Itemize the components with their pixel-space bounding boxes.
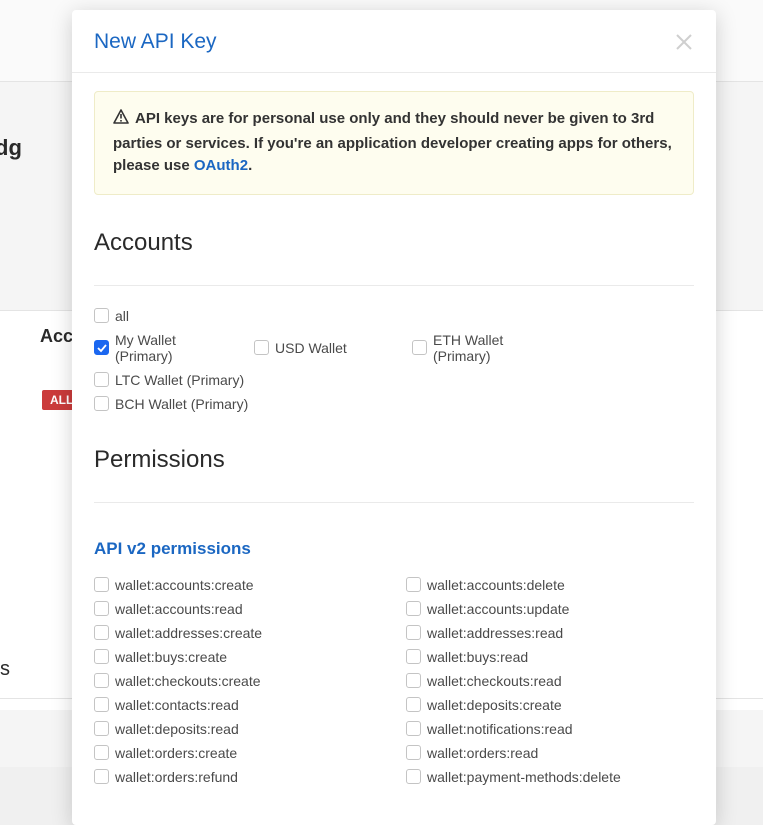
- close-icon: [674, 32, 694, 52]
- checkbox[interactable]: [406, 697, 421, 712]
- checkbox[interactable]: [94, 577, 109, 592]
- modal-title: New API Key: [94, 30, 217, 54]
- checkbox[interactable]: [406, 745, 421, 760]
- permission-item[interactable]: wallet:orders:read: [406, 745, 694, 761]
- checkbox[interactable]: [94, 340, 109, 355]
- permission-item[interactable]: wallet:payment-methods:delete: [406, 769, 694, 785]
- permission-label: wallet:deposits:read: [115, 721, 239, 737]
- permission-item[interactable]: wallet:addresses:read: [406, 625, 694, 641]
- modal-header: New API Key: [72, 10, 716, 73]
- permission-label: wallet:contacts:read: [115, 697, 239, 713]
- permission-item[interactable]: wallet:checkouts:create: [94, 673, 382, 689]
- permission-label: wallet:deposits:create: [427, 697, 562, 713]
- permission-item[interactable]: wallet:accounts:read: [94, 601, 382, 617]
- permission-item[interactable]: wallet:accounts:update: [406, 601, 694, 617]
- permission-label: wallet:checkouts:create: [115, 673, 261, 689]
- account-eth-wallet[interactable]: ETH Wallet (Primary): [412, 332, 562, 364]
- api-v2-heading: API v2 permissions: [94, 539, 694, 559]
- checkbox[interactable]: [94, 308, 109, 323]
- checkbox[interactable]: [94, 769, 109, 784]
- permission-item[interactable]: wallet:deposits:read: [94, 721, 382, 737]
- permission-item[interactable]: wallet:deposits:create: [406, 697, 694, 713]
- warning-suffix: .: [248, 157, 252, 174]
- checkbox[interactable]: [406, 721, 421, 736]
- account-my-wallet[interactable]: My Wallet (Primary): [94, 332, 236, 364]
- permission-label: wallet:checkouts:read: [427, 673, 562, 689]
- checkbox[interactable]: [94, 673, 109, 688]
- permission-label: wallet:payment-methods:delete: [427, 769, 621, 785]
- permission-label: wallet:orders:refund: [115, 769, 238, 785]
- permission-item[interactable]: wallet:notifications:read: [406, 721, 694, 737]
- account-label: ETH Wallet (Primary): [433, 332, 562, 364]
- permission-label: wallet:accounts:read: [115, 601, 243, 617]
- permission-label: wallet:orders:create: [115, 745, 237, 761]
- oauth2-link[interactable]: OAuth2: [194, 157, 248, 174]
- checkbox[interactable]: [406, 577, 421, 592]
- checkbox[interactable]: [254, 340, 269, 355]
- permission-label: wallet:accounts:update: [427, 601, 569, 617]
- checkbox[interactable]: [94, 649, 109, 664]
- accounts-list: all My Wallet (Primary) USD Wallet ETH W…: [94, 308, 694, 412]
- account-usd-wallet[interactable]: USD Wallet: [254, 332, 394, 364]
- permission-label: wallet:notifications:read: [427, 721, 573, 737]
- permission-item[interactable]: wallet:contacts:read: [94, 697, 382, 713]
- checkbox[interactable]: [94, 396, 109, 411]
- divider: [94, 285, 694, 286]
- permission-item[interactable]: wallet:orders:refund: [94, 769, 382, 785]
- account-label: USD Wallet: [275, 340, 347, 356]
- permission-label: wallet:orders:read: [427, 745, 538, 761]
- permissions-grid: wallet:accounts:create wallet:accounts:de…: [94, 577, 694, 785]
- permission-label: wallet:buys:read: [427, 649, 528, 665]
- checkbox[interactable]: [94, 625, 109, 640]
- bg-partial-label: Acc: [40, 326, 73, 347]
- warning-icon: [113, 109, 129, 133]
- warning-banner: API keys are for personal use only and t…: [94, 91, 694, 195]
- permission-label: wallet:addresses:create: [115, 625, 262, 641]
- checkbox[interactable]: [406, 625, 421, 640]
- modal-body: API keys are for personal use only and t…: [72, 73, 716, 785]
- permission-item[interactable]: wallet:buys:create: [94, 649, 382, 665]
- accounts-heading: Accounts: [94, 229, 694, 257]
- permission-item[interactable]: wallet:orders:create: [94, 745, 382, 761]
- permission-item[interactable]: wallet:buys:read: [406, 649, 694, 665]
- account-label: LTC Wallet (Primary): [115, 372, 244, 388]
- permission-label: wallet:accounts:delete: [427, 577, 565, 593]
- permissions-heading: Permissions: [94, 446, 694, 474]
- divider: [94, 502, 694, 503]
- permission-item[interactable]: wallet:addresses:create: [94, 625, 382, 641]
- checkbox[interactable]: [406, 769, 421, 784]
- permission-item[interactable]: wallet:accounts:delete: [406, 577, 694, 593]
- permission-label: wallet:buys:create: [115, 649, 227, 665]
- checkbox[interactable]: [406, 601, 421, 616]
- checkbox[interactable]: [94, 745, 109, 760]
- checkbox[interactable]: [406, 673, 421, 688]
- account-label: all: [115, 308, 129, 324]
- permission-item[interactable]: wallet:checkouts:read: [406, 673, 694, 689]
- permission-label: wallet:accounts:create: [115, 577, 254, 593]
- checkbox[interactable]: [94, 372, 109, 387]
- account-label: BCH Wallet (Primary): [115, 396, 248, 412]
- account-bch-wallet[interactable]: BCH Wallet (Primary): [94, 396, 694, 412]
- checkbox[interactable]: [406, 649, 421, 664]
- account-all[interactable]: all: [94, 308, 694, 324]
- close-button[interactable]: [674, 32, 694, 52]
- checkbox[interactable]: [412, 340, 427, 355]
- account-label: My Wallet (Primary): [115, 332, 236, 364]
- permission-item[interactable]: wallet:accounts:create: [94, 577, 382, 593]
- checkbox[interactable]: [94, 721, 109, 736]
- checkbox[interactable]: [94, 601, 109, 616]
- new-api-key-modal: New API Key API keys are for personal us…: [72, 10, 716, 825]
- account-ltc-wallet[interactable]: LTC Wallet (Primary): [94, 372, 244, 388]
- checkbox[interactable]: [94, 697, 109, 712]
- permission-label: wallet:addresses:read: [427, 625, 563, 641]
- bg-partial-text: uy widg: [0, 135, 22, 161]
- bg-partial-s: s: [0, 658, 10, 681]
